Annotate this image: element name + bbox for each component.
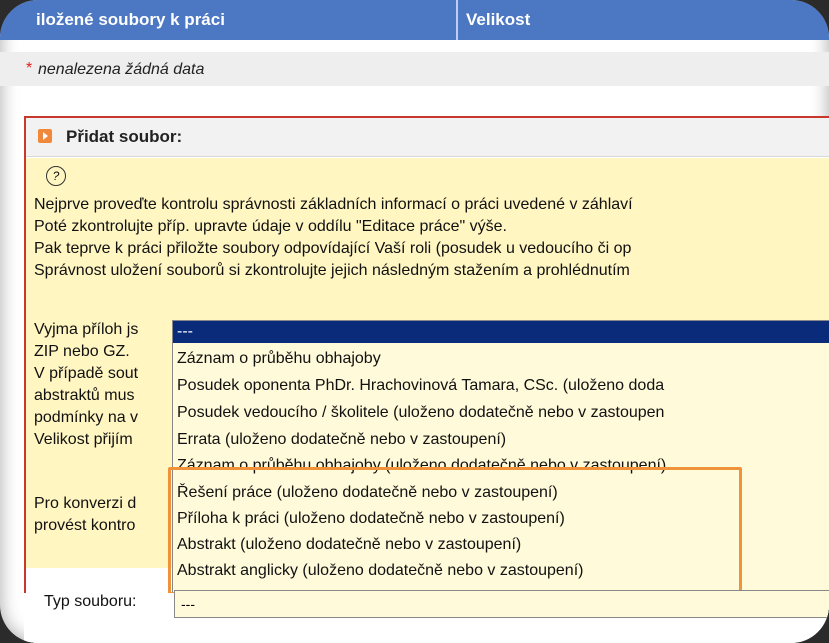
column-header-files: iložené soubory k práci — [36, 10, 225, 29]
expand-arrow-icon[interactable] — [38, 129, 52, 143]
highlight-box — [168, 467, 742, 595]
help-line-4: Správnost uložení souborů si zkontrolujt… — [34, 262, 630, 279]
dropdown-option[interactable]: Posudek oponenta PhDr. Hrachovinová Tama… — [177, 375, 664, 397]
dropdown-option[interactable]: Posudek vedoucího / školitele (uloženo d… — [177, 402, 664, 424]
help-line-1: Nejprve proveďte kontrolu správnosti zák… — [34, 196, 633, 213]
screenshot-frame: iložené soubory k práci Velikost * nenal… — [0, 0, 829, 643]
help-line-7: V případě sout — [34, 365, 139, 382]
help-line-3: Pak teprve k práci přiložte soubory odpo… — [34, 240, 632, 257]
help-icon[interactable]: ? — [46, 166, 66, 186]
no-data-row: * nenalezena žádná data — [0, 52, 829, 86]
help-line-11: Pro konverzi d — [34, 495, 137, 512]
help-line-2: Poté zkontrolujte příp. upravte údaje v … — [34, 218, 507, 235]
file-type-select[interactable]: --- — [174, 590, 829, 618]
dropdown-option[interactable]: Záznam o průběhu obhajoby — [177, 348, 381, 370]
dropdown-option[interactable]: Errata (uloženo dodatečně nebo v zastoup… — [177, 429, 506, 451]
asterisk-mark: * — [26, 60, 33, 77]
help-line-5: Vyjma příloh js — [34, 321, 139, 338]
dropdown-option[interactable]: --- — [173, 321, 829, 343]
files-table-header: iložené soubory k práci Velikost — [0, 0, 829, 40]
no-data-text: nenalezena žádná data — [38, 61, 205, 78]
panel-header[interactable]: Přidat soubor: — [26, 118, 829, 157]
column-separator — [456, 0, 458, 40]
panel-title: Přidat soubor: — [66, 127, 183, 146]
help-line-12: provést kontro — [34, 517, 136, 534]
column-header-size: Velikost — [466, 10, 531, 29]
help-line-8: abstraktů mus — [34, 387, 135, 404]
help-line-9: podmínky na v — [34, 409, 139, 426]
file-type-row: Typ souboru: --- — [24, 590, 829, 643]
help-line-10: Velikost přijím — [34, 431, 133, 448]
help-line-6: ZIP nebo GZ. — [34, 343, 130, 360]
file-type-label: Typ souboru: — [44, 593, 137, 610]
